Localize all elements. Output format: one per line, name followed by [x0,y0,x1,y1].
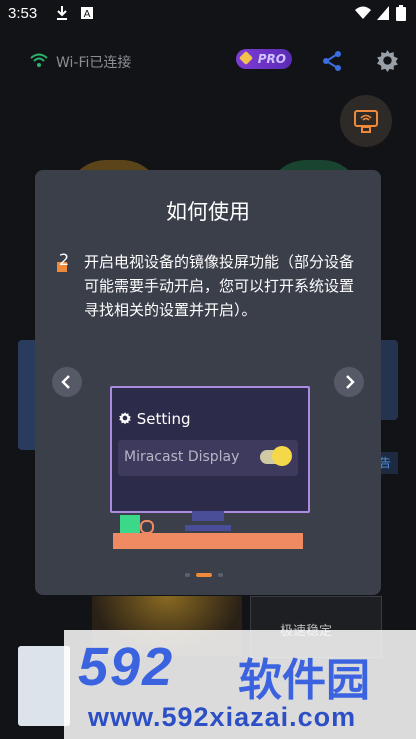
tv-stand [192,511,224,521]
illustration-green-box [120,515,140,533]
gear-icon[interactable] [375,48,400,77]
background-thumbnail [18,646,70,726]
pro-label: PRO [257,52,286,66]
wifi-icon [30,52,48,72]
cell-signal-icon [376,5,390,21]
tv-illustration: Setting Miracast Display [110,386,310,513]
app-header: Wi-Fi已连接 PRO [0,36,416,86]
illustration-setting-row: Setting [118,410,191,428]
watermark-url: www.592xiazai.com [88,702,357,732]
how-to-use-dialog: 如何使用 2 开启电视设备的镜像投屏功能（部分设备可能需要手动开启，您可以打开系… [35,170,381,595]
illustration-setting-label: Setting [136,410,191,428]
gem-icon [238,50,254,66]
wifi-status-text: Wi-Fi已连接 [56,55,132,71]
page-dot-active [196,573,212,577]
svg-text:A: A [84,9,91,20]
gear-small-icon [119,412,131,425]
watermark-brand-cn: 软件园 [238,655,370,706]
chevron-left-icon [61,375,70,389]
screen-cast-icon [353,108,379,138]
illustration-miracast-label: Miracast Display [124,449,240,465]
app-icon: A [80,5,94,21]
previous-step-button[interactable] [52,367,82,397]
status-bar: 3:53 A [0,0,416,28]
illustration-toggle-knob [272,446,292,466]
page-dot [185,573,190,577]
chevron-right-icon [346,375,355,389]
pro-badge[interactable]: PRO [236,49,292,69]
dialog-title: 如何使用 [166,200,250,224]
page-dot [218,573,223,577]
watermark-brand: 592 [78,637,175,697]
next-step-button[interactable] [334,367,364,397]
illustration-table [113,533,303,549]
battery-icon [396,5,406,21]
page-indicator [185,572,231,578]
tv-stand-base [185,525,231,531]
wifi-signal-icon [354,5,372,21]
share-icon[interactable] [320,49,344,77]
screen-cast-button[interactable] [340,95,392,147]
watermark: 592 软件园 www.592xiazai.com [64,630,416,739]
status-time: 3:53 [8,5,38,22]
step-instruction-text: 开启电视设备的镜像投屏功能（部分设备可能需要手动开启，您可以打开系统设置寻找相关… [84,253,355,319]
illustration-ring [140,520,154,534]
step-number: 2 [59,250,70,269]
illustration-miracast-row: Miracast Display [118,440,298,476]
download-icon [55,5,69,21]
